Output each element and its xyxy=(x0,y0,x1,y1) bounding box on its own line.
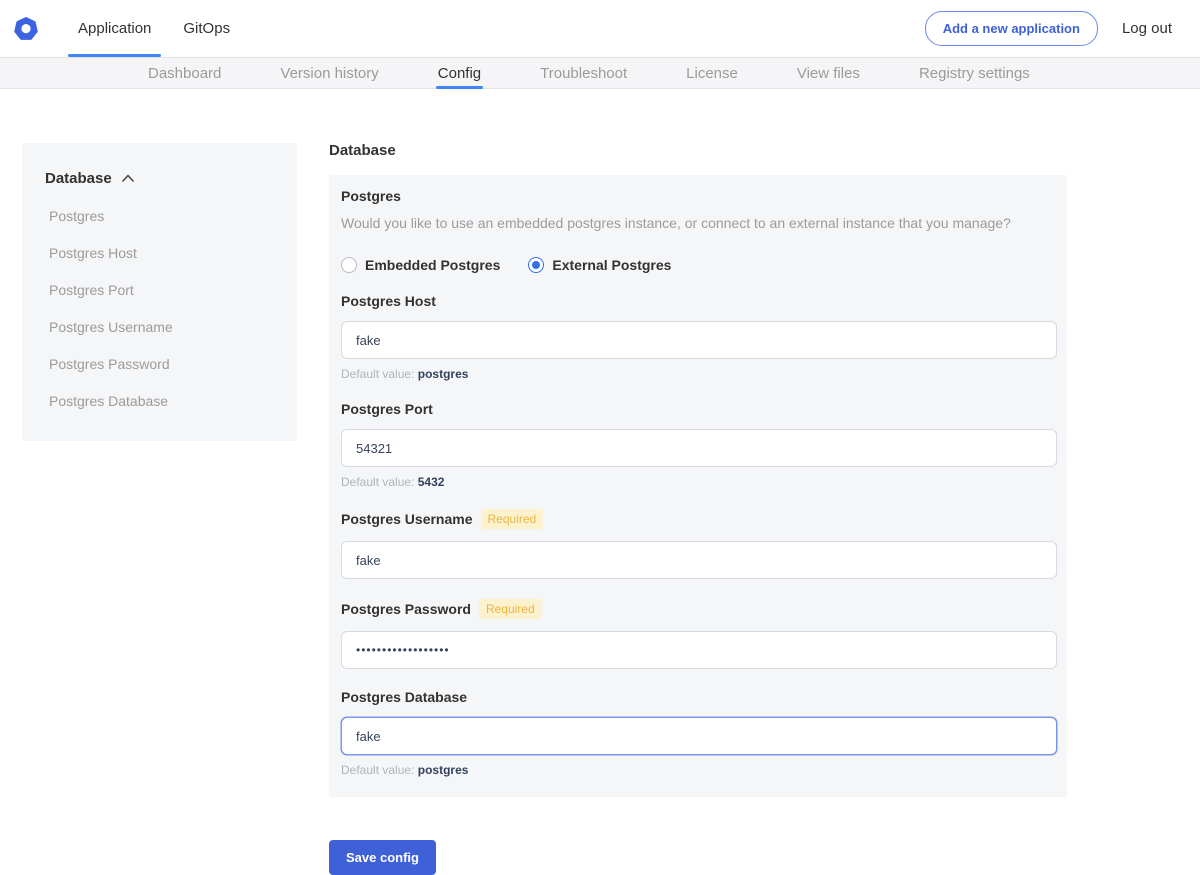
postgres-mode-radio-group: Embedded Postgres External Postgres xyxy=(341,257,1055,273)
sidebar-item-postgres-port[interactable]: Postgres Port xyxy=(45,282,281,298)
add-new-application-button[interactable]: Add a new application xyxy=(925,11,1098,46)
radio-checked-icon[interactable] xyxy=(528,257,544,273)
sidebar-item-postgres-username[interactable]: Postgres Username xyxy=(45,319,281,335)
config-main: Database Postgres Would you like to use … xyxy=(329,143,1067,875)
postgres-port-default: Default value: 5432 xyxy=(341,475,1055,489)
postgres-host-input[interactable] xyxy=(341,321,1057,359)
radio-embedded-postgres[interactable]: Embedded Postgres xyxy=(341,257,500,273)
sidebar-item-postgres[interactable]: Postgres xyxy=(45,208,281,224)
radio-external-label: External Postgres xyxy=(552,257,671,273)
postgres-host-label: Postgres Host xyxy=(341,293,436,309)
postgres-port-label: Postgres Port xyxy=(341,401,433,417)
default-prefix: Default value: xyxy=(341,367,414,381)
radio-external-postgres[interactable]: External Postgres xyxy=(528,257,671,273)
postgres-username-input[interactable] xyxy=(341,541,1057,579)
sidebar-item-postgres-password[interactable]: Postgres Password xyxy=(45,356,281,372)
postgres-database-input[interactable] xyxy=(341,717,1057,755)
page-title: Database xyxy=(329,143,1067,159)
subnav-view-files[interactable]: View files xyxy=(797,58,860,88)
top-nav-right: Add a new application Log out xyxy=(925,11,1172,46)
database-config-panel: Postgres Would you like to use an embedd… xyxy=(329,175,1067,797)
required-badge: Required xyxy=(481,509,544,529)
required-badge: Required xyxy=(479,599,542,619)
postgres-database-label: Postgres Database xyxy=(341,689,467,705)
default-value: postgres xyxy=(418,763,469,777)
sidebar-item-postgres-database[interactable]: Postgres Database xyxy=(45,393,281,409)
default-prefix: Default value: xyxy=(341,475,414,489)
radio-embedded-label: Embedded Postgres xyxy=(365,257,500,273)
subnav-config[interactable]: Config xyxy=(438,58,481,88)
tab-gitops[interactable]: GitOps xyxy=(167,0,246,57)
chevron-up-icon xyxy=(121,170,135,187)
postgres-password-input[interactable] xyxy=(341,631,1057,669)
default-prefix: Default value: xyxy=(341,763,414,777)
app-logo-icon xyxy=(14,17,38,41)
postgres-port-input[interactable] xyxy=(341,429,1057,467)
radio-unchecked-icon[interactable] xyxy=(341,257,357,273)
postgres-group: Postgres Would you like to use an embedd… xyxy=(341,188,1055,273)
app-sub-nav: Dashboard Version history Config Trouble… xyxy=(0,57,1200,89)
field-postgres-password: Postgres Password Required xyxy=(341,599,1055,669)
subnav-registry-settings[interactable]: Registry settings xyxy=(919,58,1030,88)
config-page: Database Postgres Postgres Host Postgres… xyxy=(0,89,1200,875)
postgres-password-label: Postgres Password xyxy=(341,601,471,617)
sidebar-item-postgres-host[interactable]: Postgres Host xyxy=(45,245,281,261)
tab-application[interactable]: Application xyxy=(62,0,167,57)
sidebar-item-list: Postgres Postgres Host Postgres Port Pos… xyxy=(45,208,281,409)
top-nav: Application GitOps Add a new application… xyxy=(0,0,1200,57)
field-postgres-database: Postgres Database Default value: postgre… xyxy=(341,689,1055,777)
config-sidebar: Database Postgres Postgres Host Postgres… xyxy=(22,143,297,441)
logout-link[interactable]: Log out xyxy=(1122,20,1172,37)
top-tab-bar: Application GitOps xyxy=(62,0,246,57)
postgres-group-label: Postgres xyxy=(341,188,401,204)
field-postgres-port: Postgres Port Default value: 5432 xyxy=(341,401,1055,489)
subnav-license[interactable]: License xyxy=(686,58,738,88)
subnav-troubleshoot[interactable]: Troubleshoot xyxy=(540,58,627,88)
postgres-host-default: Default value: postgres xyxy=(341,367,1055,381)
sidebar-group-database[interactable]: Database xyxy=(45,170,281,187)
field-postgres-host: Postgres Host Default value: postgres xyxy=(341,293,1055,381)
sidebar-group-label: Database xyxy=(45,170,112,187)
field-postgres-username: Postgres Username Required xyxy=(341,509,1055,579)
default-value: 5432 xyxy=(418,475,445,489)
subnav-dashboard[interactable]: Dashboard xyxy=(148,58,221,88)
save-config-button[interactable]: Save config xyxy=(329,840,436,875)
postgres-help-text: Would you like to use an embedded postgr… xyxy=(341,214,1055,232)
subnav-version-history[interactable]: Version history xyxy=(280,58,378,88)
postgres-username-label: Postgres Username xyxy=(341,511,473,527)
default-value: postgres xyxy=(418,367,469,381)
postgres-database-default: Default value: postgres xyxy=(341,763,1055,777)
